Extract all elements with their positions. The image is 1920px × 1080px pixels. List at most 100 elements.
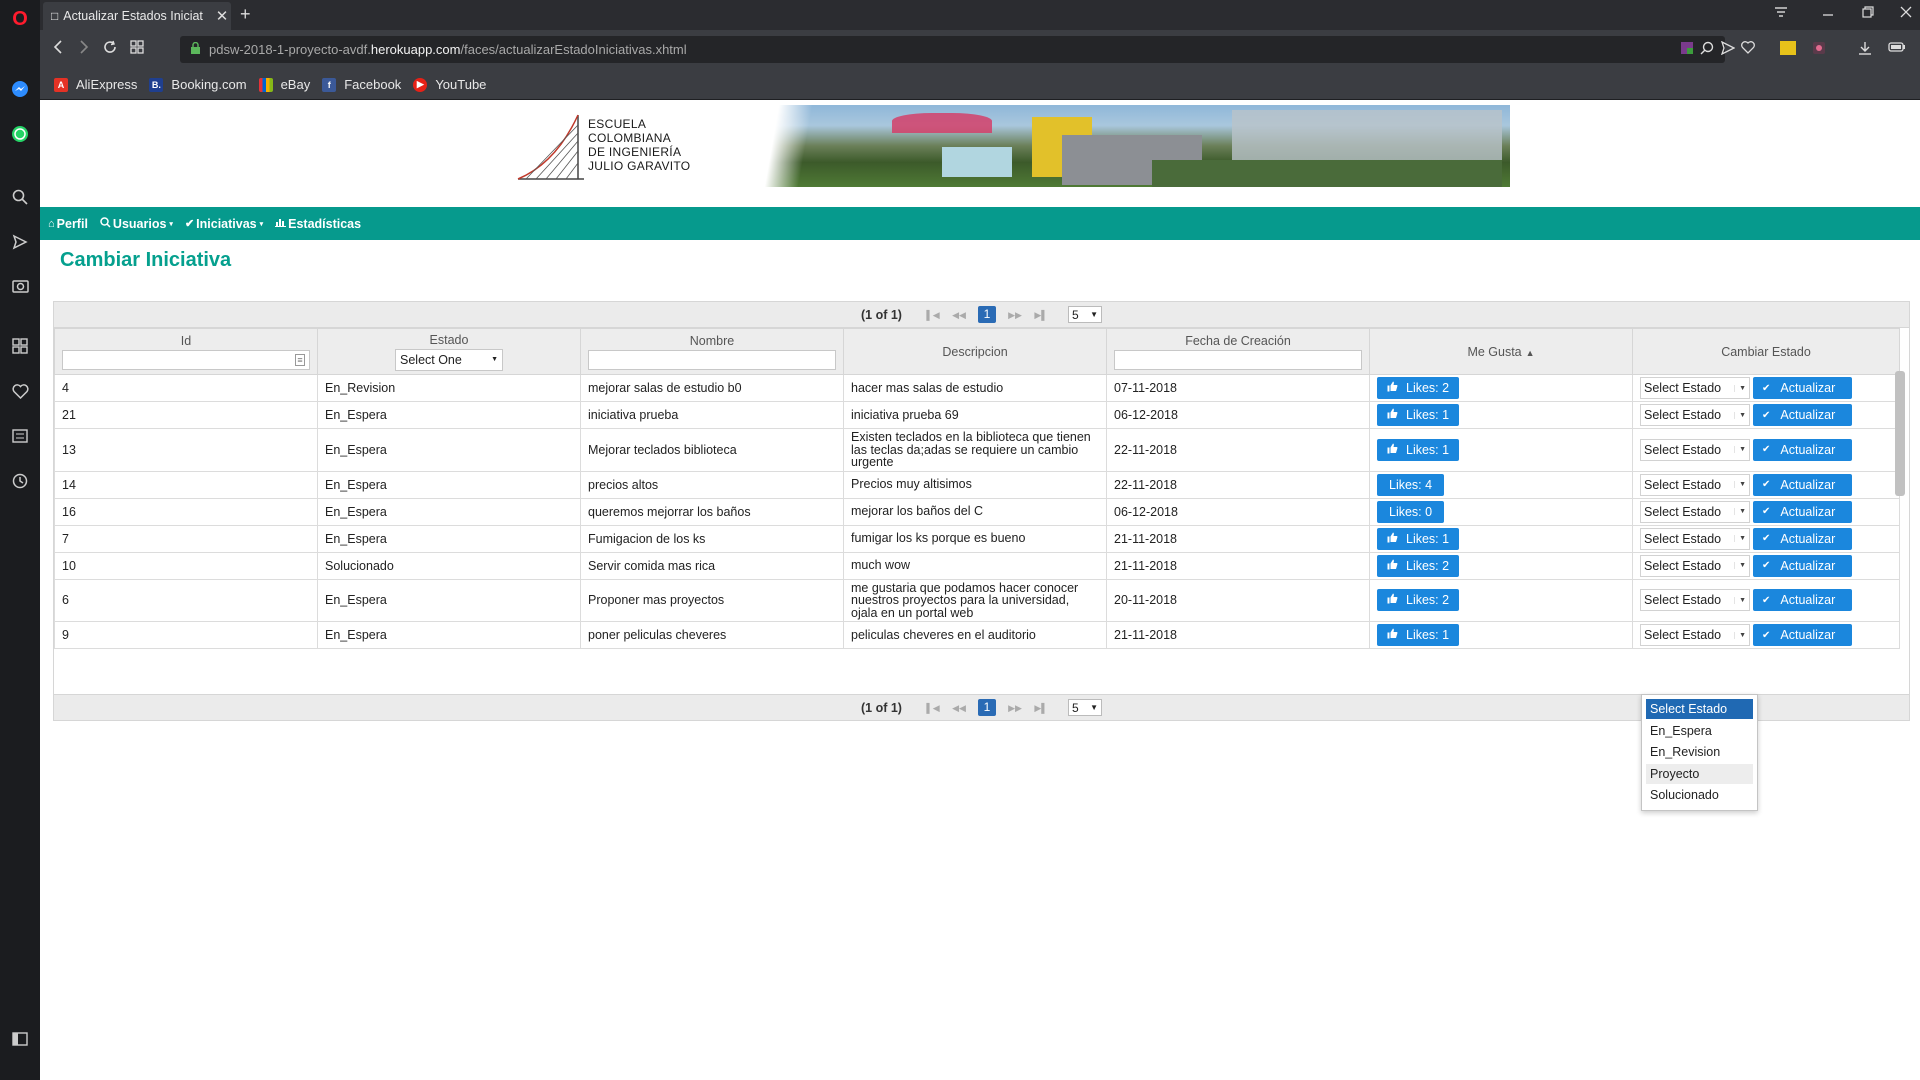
minimize-icon[interactable] — [1822, 5, 1834, 21]
tab-menu-icon[interactable] — [1774, 5, 1788, 21]
last-page-icon[interactable]: ▶▌ — [1033, 700, 1049, 716]
actualizar-button[interactable]: ✔ Actualizar — [1753, 473, 1852, 496]
fecha-filter-input[interactable] — [1114, 349, 1362, 370]
close-tab-icon[interactable]: ✕ — [213, 7, 231, 25]
nav-perfil[interactable]: ⌂ Perfil — [48, 217, 88, 231]
rows-per-page-select[interactable]: 5 ▼ — [1067, 699, 1102, 716]
nav-iniciativas[interactable]: ✔ Iniciativas ▾ — [185, 217, 263, 231]
history-icon[interactable] — [8, 469, 32, 493]
last-page-icon[interactable]: ▶▌ — [1033, 307, 1049, 323]
bookmark-ebay[interactable]: eBay — [258, 77, 310, 92]
first-page-icon[interactable]: ▌◀ — [925, 700, 941, 716]
like-button[interactable]: Likes: 1 — [1377, 624, 1460, 646]
bookmark-facebook[interactable]: f Facebook — [322, 77, 401, 92]
close-window-icon[interactable] — [1900, 5, 1912, 21]
sidebar-toggle-icon[interactable] — [8, 1027, 32, 1051]
estado-select[interactable]: Select Estado ▼ — [1640, 527, 1750, 550]
next-page-icon[interactable]: ▶▶ — [1007, 307, 1023, 323]
like-button[interactable]: Likes: 4 — [1377, 473, 1445, 496]
like-button[interactable]: Likes: 2 — [1377, 554, 1460, 577]
estado-select[interactable]: Select Estado ▼ — [1640, 377, 1750, 399]
actualizar-button[interactable]: ✔ Actualizar — [1753, 377, 1852, 399]
like-button[interactable]: Likes: 1 — [1377, 404, 1460, 426]
table-row[interactable]: 14 En_Espera precios altos Precios muy alti… — [54, 470, 1900, 499]
like-button[interactable]: Likes: 1 — [1377, 527, 1460, 550]
prev-page-icon[interactable]: ◀◀ — [951, 307, 967, 323]
bookmark-booking[interactable]: B. Booking.com — [149, 77, 247, 92]
extension-yellow-icon[interactable] — [1780, 41, 1796, 58]
table-row[interactable]: 16 En_Espera queremos mejorrar los baños me… — [54, 497, 1900, 526]
table-scrollbar[interactable] — [1895, 371, 1905, 496]
estado-select[interactable]: Select Estado ▼ — [1640, 589, 1750, 612]
search-icon[interactable] — [8, 185, 32, 209]
first-page-icon[interactable]: ▌◀ — [925, 307, 941, 323]
table-row[interactable]: 4 En_Revision mejorar salas de estudio b0 h… — [54, 374, 1900, 402]
table-row[interactable]: 21 En_Espera iniciativa prueba iniciativa p… — [54, 401, 1900, 429]
estado-select[interactable]: Select Estado ▼ — [1640, 554, 1750, 577]
rows-per-page-select[interactable]: 5 ▼ — [1067, 306, 1102, 323]
speed-dial-icon[interactable] — [8, 334, 32, 358]
bookmark-heart-icon[interactable] — [1741, 41, 1755, 57]
bookmark-youtube[interactable]: ▶ YouTube — [413, 77, 486, 92]
header-nombre[interactable]: Nombre — [580, 328, 844, 375]
extension-pink-icon[interactable] — [1812, 41, 1826, 58]
browser-tab[interactable]: □ Actualizar Estados Iniciat ✕ — [43, 2, 231, 30]
restore-icon[interactable] — [1862, 5, 1874, 21]
send-icon[interactable] — [8, 230, 32, 254]
camera-icon[interactable] — [8, 273, 32, 297]
page-number[interactable]: 1 — [977, 699, 996, 716]
prev-page-icon[interactable]: ◀◀ — [951, 700, 967, 716]
id-filter-input[interactable]: ≡ — [62, 349, 310, 370]
download-icon[interactable] — [1858, 41, 1872, 58]
sort-icon[interactable]: ▲︎ — [1526, 348, 1535, 358]
actualizar-button[interactable]: ✔ Actualizar — [1753, 554, 1852, 577]
news-icon[interactable] — [8, 424, 32, 448]
heart-icon[interactable] — [8, 379, 32, 403]
header-estado[interactable]: Estado Select One ▼ — [317, 328, 581, 375]
dropdown-option[interactable]: Proyecto — [1646, 763, 1753, 784]
table-row[interactable]: 13 En_Espera Mejorar teclados biblioteca Ex… — [54, 428, 1900, 472]
nav-estadisticas[interactable]: Estadísticas — [275, 217, 361, 231]
opera-logo-icon[interactable]: O — [8, 7, 32, 31]
actualizar-button[interactable]: ✔ Actualizar — [1753, 589, 1852, 612]
estado-select[interactable]: Select Estado ▼ — [1640, 473, 1750, 496]
forward-icon[interactable] — [78, 40, 90, 58]
like-button[interactable]: Likes: 0 — [1377, 500, 1445, 523]
dropdown-option[interactable]: Select Estado — [1646, 699, 1753, 719]
estado-select[interactable]: Select Estado ▼ — [1640, 404, 1750, 426]
extension-icon[interactable] — [1680, 41, 1694, 58]
like-button[interactable]: Likes: 2 — [1377, 377, 1460, 399]
bookmark-aliexpress[interactable]: A AliExpress — [54, 77, 137, 92]
like-button[interactable]: Likes: 2 — [1377, 589, 1460, 612]
header-id[interactable]: Id ≡ — [54, 328, 318, 375]
estado-select[interactable]: Select Estado ▼ — [1640, 438, 1750, 461]
whatsapp-icon[interactable] — [8, 122, 32, 146]
header-me-gusta[interactable]: Me Gusta ▲︎ — [1369, 328, 1633, 375]
send-page-icon[interactable] — [1720, 40, 1736, 58]
nav-usuarios[interactable]: Usuarios ▾ — [100, 217, 173, 231]
reload-icon[interactable] — [103, 40, 117, 58]
actualizar-button[interactable]: ✔ Actualizar — [1753, 438, 1852, 461]
dropdown-option[interactable]: En_Espera — [1646, 721, 1753, 741]
actualizar-button[interactable]: ✔ Actualizar — [1753, 527, 1852, 550]
actualizar-button[interactable]: ✔ Actualizar — [1753, 404, 1852, 426]
header-fecha[interactable]: Fecha de Creación — [1106, 328, 1370, 375]
back-icon[interactable] — [52, 40, 64, 58]
dropdown-option[interactable]: En_Revision — [1646, 742, 1753, 762]
estado-filter-select[interactable]: Select One ▼ — [395, 348, 503, 371]
estado-select[interactable]: Select Estado ▼ — [1640, 624, 1750, 646]
tabs-grid-icon[interactable] — [130, 40, 144, 58]
table-row[interactable]: 9 En_Espera poner peliculas cheveres pelicu… — [54, 621, 1900, 649]
search-page-icon[interactable] — [1700, 41, 1714, 58]
dropdown-option[interactable]: Solucionado — [1646, 785, 1753, 805]
page-number[interactable]: 1 — [977, 306, 996, 323]
table-row[interactable]: 6 En_Espera Proponer mas proyectos me gusta… — [54, 578, 1900, 622]
like-button[interactable]: Likes: 1 — [1377, 438, 1460, 461]
new-tab-button[interactable]: + — [240, 4, 251, 25]
messenger-icon[interactable] — [8, 77, 32, 101]
actualizar-button[interactable]: ✔ Actualizar — [1753, 500, 1852, 523]
battery-icon[interactable] — [1888, 41, 1906, 56]
table-row[interactable]: 7 En_Espera Fumigacion de los ks fumigar lo… — [54, 524, 1900, 553]
actualizar-button[interactable]: ✔ Actualizar — [1753, 624, 1852, 646]
next-page-icon[interactable]: ▶▶ — [1007, 700, 1023, 716]
